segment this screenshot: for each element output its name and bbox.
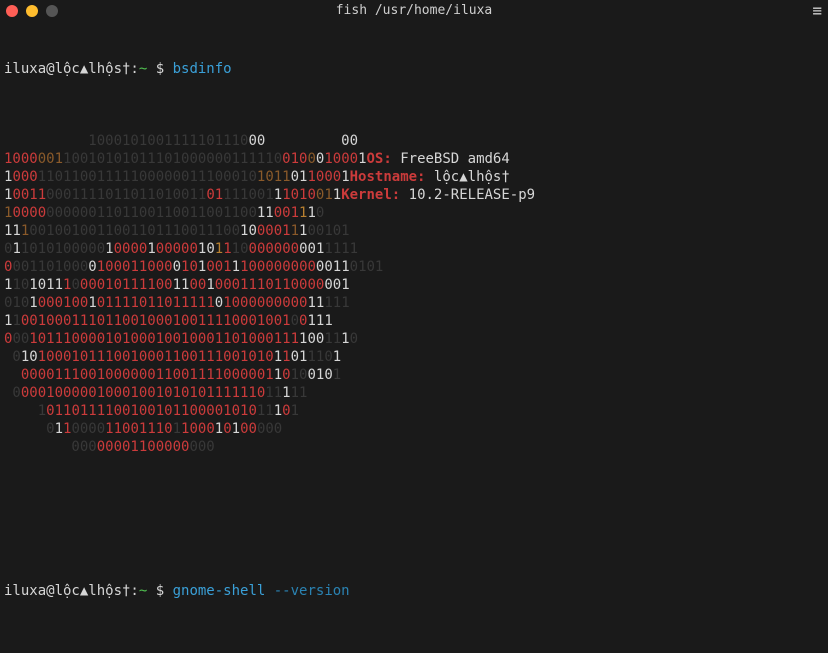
bsdinfo-banner: 100010100111110111000 001000001100101010… <box>4 132 824 456</box>
terminal-area[interactable]: iluxa@lộc▲lhộs†:~ $ bsdinfo 100010100111… <box>0 22 828 653</box>
command-gnome-shell: gnome-shell <box>173 583 266 599</box>
info-value: FreeBSD amd64 <box>400 151 510 167</box>
banner-line: 1001100011110110110100110111100111010011… <box>4 186 824 204</box>
banner-line: 1110010010011001101110011100100001110010… <box>4 222 824 240</box>
prompt-line-1: iluxa@lộc▲lhộs†:~ $ bsdinfo <box>4 60 824 78</box>
banner-line: 0110101000001000010000010111000000000111… <box>4 240 824 258</box>
info-value: lộc▲lhộs† <box>434 169 510 185</box>
command-bsdinfo: bsdinfo <box>173 61 232 77</box>
prompt-user: iluxa@lộc▲lhộs†: <box>4 61 139 77</box>
banner-line: 0001011100001010001001000110100011110011… <box>4 330 824 348</box>
banner-line: 1101011100001011110011001000111011000000… <box>4 276 824 294</box>
banner-line: 1000110110011111000000111000101011011000… <box>4 168 824 186</box>
info-label: OS: <box>367 151 401 167</box>
banner-line: 1000001100101010111010000001111100100010… <box>4 150 824 168</box>
banner-line: 00001110010000001100111100000110100101 <box>4 366 824 384</box>
command-arg-version: --version <box>265 583 349 599</box>
banner-line: 100010100111110111000 00 <box>4 132 824 150</box>
prompt-dollar: $ <box>147 61 172 77</box>
banner-line: 0001101000010001100001010011100000000001… <box>4 258 824 276</box>
banner-line: 110010001110110010001001111000100100111 <box>4 312 824 330</box>
window-titlebar: fish /usr/home/iluxa ≡ <box>0 0 828 22</box>
maximize-icon[interactable] <box>46 5 58 17</box>
banner-line: 1011011110010010110000101011101 <box>4 402 824 420</box>
minimize-icon[interactable] <box>26 5 38 17</box>
banner-line: 0110000110011101100010100000 <box>4 420 824 438</box>
banner-line: 010100010111001000110011100101011011101 <box>4 348 824 366</box>
blank-line <box>4 510 824 528</box>
info-value: 10.2-RELEASE-p9 <box>409 187 535 203</box>
banner-line: 00001000001000100101010111111011111 <box>4 384 824 402</box>
window-title: fish /usr/home/iluxa <box>0 2 828 20</box>
prompt-line-2: iluxa@lộc▲lhộs†:~ $ gnome-shell --versio… <box>4 582 824 600</box>
banner-line: 00000001100000000 <box>4 438 824 456</box>
close-icon[interactable] <box>6 5 18 17</box>
banner-line: 10000000000110110011001100110011001110 <box>4 204 824 222</box>
info-label: Kernel: <box>341 187 408 203</box>
info-label: Hostname: <box>350 169 434 185</box>
window-controls <box>6 5 58 17</box>
hamburger-icon[interactable]: ≡ <box>812 3 822 19</box>
banner-line: 0101000100101111011011111010000000001111… <box>4 294 824 312</box>
